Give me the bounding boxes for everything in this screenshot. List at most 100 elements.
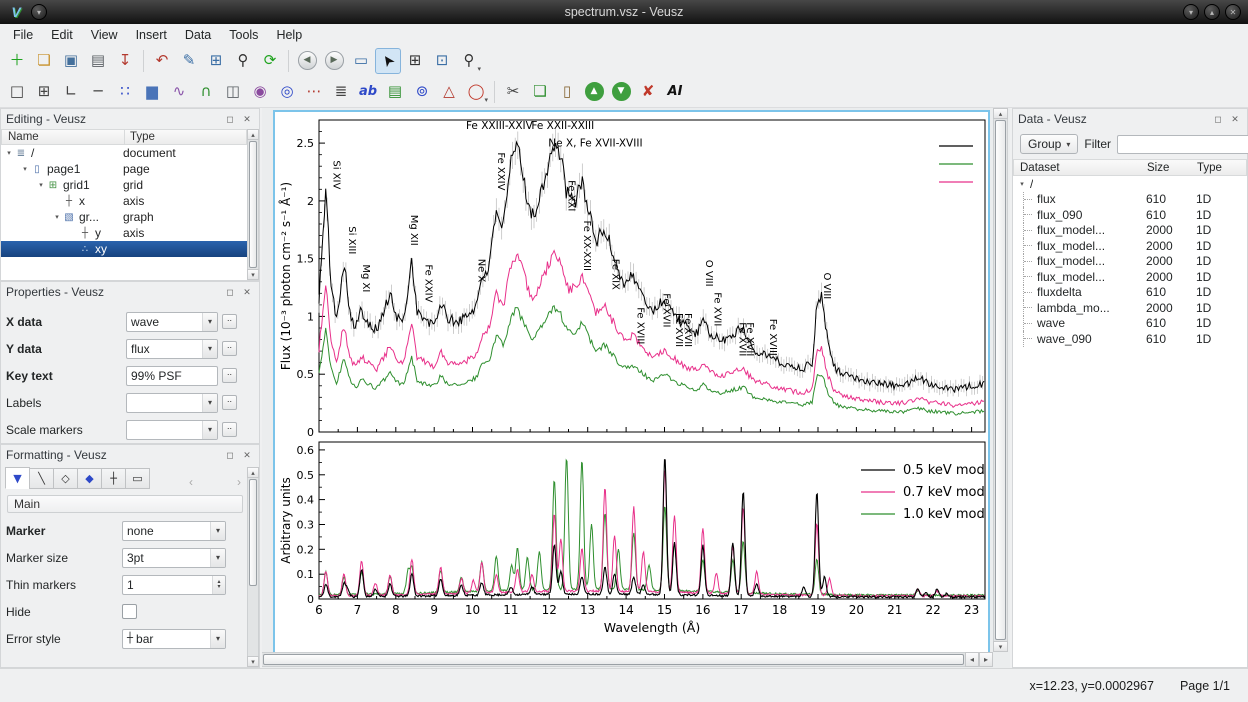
insert-image-button[interactable]: ◉ — [247, 79, 273, 105]
undo-button[interactable]: ↶ — [149, 48, 175, 74]
group-button[interactable]: Group ▾ — [1020, 134, 1078, 154]
menu-data[interactable]: Data — [176, 26, 220, 44]
tree-item-root[interactable]: ▾≣/document — [1, 145, 247, 161]
scrollbar-track[interactable] — [993, 119, 1008, 641]
dock-float-icon[interactable]: ◻ — [223, 112, 237, 126]
insert-contour-button[interactable]: ◎ — [274, 79, 300, 105]
new-document-button[interactable]: ＋ — [4, 48, 30, 74]
dataset-row-flux[interactable]: flux6101D — [1013, 192, 1247, 208]
dock-float-icon[interactable]: ◻ — [1211, 112, 1225, 126]
insert-datapoint-list-button[interactable]: ≣ — [328, 79, 354, 105]
menu-edit[interactable]: Edit — [42, 26, 82, 44]
editing-scrollbar[interactable]: ▴ ▾ — [247, 129, 259, 280]
tree-item-gr[interactable]: ▾▧gr...graph — [1, 209, 247, 225]
dock-close-icon[interactable]: ✕ — [240, 448, 254, 462]
insert-text-label-button[interactable]: ab — [355, 79, 381, 105]
dock-close-icon[interactable]: ✕ — [240, 285, 254, 299]
print-document-button[interactable]: ▤ — [85, 48, 111, 74]
tree-item-page1[interactable]: ▾▯page1page — [1, 161, 247, 177]
plot-horizontal-scrollbar[interactable]: ◂ ▸ — [262, 652, 993, 667]
error-style-combobox[interactable]: ┼bar▾ — [122, 629, 226, 649]
insert-grid-button[interactable]: ⊞ — [31, 79, 57, 105]
reload-data-button[interactable]: ⟳ — [257, 48, 283, 74]
examine-data-button[interactable]: ⚲ — [230, 48, 256, 74]
tree-item-xy[interactable]: ∴xy — [1, 241, 247, 257]
menu-file[interactable]: File — [4, 26, 42, 44]
tab-main[interactable]: ▼ — [5, 467, 30, 489]
read-data-points-button[interactable]: ⊞ — [402, 48, 428, 74]
formatting-scrollbar[interactable]: ▴ ▾ — [247, 467, 259, 667]
scroll-down-icon[interactable]: ▾ — [993, 641, 1008, 652]
spectrum-plot[interactable]: 00.511.522.500.10.20.30.40.50.6678910111… — [275, 112, 988, 657]
y-data-combobox[interactable]: flux▾ — [126, 339, 218, 359]
window-minimize-button[interactable]: ▾ — [1183, 4, 1199, 20]
dataset-row-wave[interactable]: wave6101D — [1013, 316, 1247, 332]
scrollbar-thumb[interactable] — [995, 120, 1006, 640]
insert-bar-chart-button[interactable]: ▆ — [139, 79, 165, 105]
thin-markers-spinbox[interactable]: 1▴▾ — [122, 575, 226, 595]
previous-page-button[interactable]: ◀ — [294, 48, 320, 74]
zoom-into-graph-button[interactable]: ⊡ — [429, 48, 455, 74]
tree-item-x[interactable]: ┼xaxis — [1, 193, 247, 209]
more-button[interactable]: .. — [222, 368, 237, 383]
tab-error-bar[interactable]: ┼ — [101, 468, 126, 489]
dock-close-icon[interactable]: ✕ — [1228, 112, 1242, 126]
insert-graph-button[interactable]: ∟ — [58, 79, 84, 105]
column-type[interactable]: Type — [124, 130, 155, 144]
key-text-text-field[interactable]: 99% PSF — [126, 366, 218, 386]
more-button[interactable]: .. — [222, 422, 237, 437]
scrollbar-thumb[interactable] — [263, 654, 964, 665]
insert-page-button[interactable]: □ — [4, 79, 30, 105]
insert-polar-graph-button[interactable]: ⊚ — [409, 79, 435, 105]
insert-boxplot-button[interactable]: ◫ — [220, 79, 246, 105]
menu-help[interactable]: Help — [267, 26, 311, 44]
move-widget-down-button[interactable]: ▼ — [608, 79, 634, 105]
tab-key[interactable]: ▭ — [125, 468, 150, 489]
labels-combobox[interactable]: ▾ — [126, 393, 218, 413]
window-close-button[interactable]: ✕ — [1225, 4, 1241, 20]
menu-insert[interactable]: Insert — [127, 26, 176, 44]
tab-marker-border[interactable]: ◇ — [53, 468, 78, 489]
dock-float-icon[interactable]: ◻ — [223, 285, 237, 299]
tab-plot-line[interactable]: ╲ — [29, 468, 54, 489]
expander-icon[interactable]: ▾ — [36, 181, 46, 189]
window-menu-button[interactable]: ▾ — [31, 4, 47, 20]
edit-custom-definitions-button[interactable]: ✎ — [176, 48, 202, 74]
scroll-up-icon[interactable]: ▴ — [247, 129, 259, 140]
scale-markers-combobox[interactable]: ▾ — [126, 420, 218, 440]
dataset-root-row[interactable]: ▾ / — [1013, 176, 1247, 192]
insert-function-button[interactable]: ∩ — [193, 79, 219, 105]
insert-ternary-graph-button[interactable]: △ — [436, 79, 462, 105]
scrollbar-track[interactable] — [247, 140, 259, 269]
dataset-row-flux-model[interactable]: flux_model...20001D — [1013, 254, 1247, 270]
plot-page[interactable]: 00.511.522.500.10.20.30.40.50.6678910111… — [273, 110, 990, 657]
copy-widget-button[interactable]: ❏ — [527, 79, 553, 105]
x-data-combobox[interactable]: wave▾ — [126, 312, 218, 332]
hide-checkbox[interactable] — [122, 604, 137, 619]
open-document-button[interactable]: ❏ — [31, 48, 57, 74]
scrollbar-thumb[interactable] — [249, 141, 257, 268]
tab-scroll-right-icon[interactable]: › — [233, 475, 245, 489]
tab-scroll-left-icon[interactable]: ‹ — [185, 475, 197, 489]
view-whole-page-button[interactable]: ▭ — [348, 48, 374, 74]
select-items-button[interactable]: ➤ — [375, 48, 401, 74]
dataset-row-flux-model[interactable]: flux_model...20001D — [1013, 223, 1247, 239]
menu-view[interactable]: View — [82, 26, 127, 44]
dataset-row-flux-model[interactable]: flux_model...20001D — [1013, 238, 1247, 254]
scroll-up-icon[interactable]: ▴ — [993, 108, 1008, 119]
more-button[interactable]: .. — [222, 395, 237, 410]
plot-vertical-scrollbar[interactable]: ▴ ▾ — [993, 108, 1008, 652]
tree-item-y[interactable]: ┼yaxis — [1, 225, 247, 241]
insert-shape-button[interactable]: ◯▾ — [463, 79, 489, 105]
next-page-button[interactable]: ▶ — [321, 48, 347, 74]
insert-xy-button[interactable]: ∷ — [112, 79, 138, 105]
insert-colorbar-button[interactable]: ▤ — [382, 79, 408, 105]
column-name[interactable]: Name — [8, 131, 39, 143]
marker-size-combobox[interactable]: 3pt▾ — [122, 548, 226, 568]
more-button[interactable]: .. — [222, 314, 237, 329]
filter-input[interactable] — [1117, 135, 1248, 154]
dataset-row-fluxdelta[interactable]: fluxdelta6101D — [1013, 285, 1247, 301]
move-widget-up-button[interactable]: ▲ — [581, 79, 607, 105]
create-dataset-button[interactable]: ⊞ — [203, 48, 229, 74]
dataset-row-flux-090[interactable]: flux_0906101D — [1013, 207, 1247, 223]
